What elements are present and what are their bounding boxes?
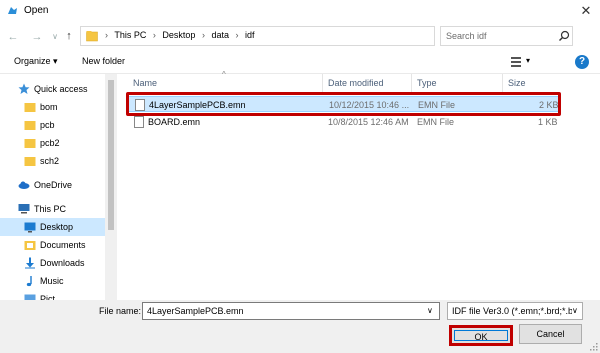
- breadcrumb-data[interactable]: data: [211, 30, 229, 40]
- breadcrumb-separator: ›: [201, 30, 205, 40]
- sidebar-item-music[interactable]: Music: [0, 272, 117, 290]
- file-type: EMN File: [417, 117, 455, 127]
- search-box[interactable]: Search idf: [440, 26, 573, 46]
- sidebar-item-onedrive[interactable]: OneDrive: [0, 176, 117, 194]
- sidebar-item-desktop[interactable]: Desktop: [0, 218, 117, 236]
- sidebar-item-quick-access[interactable]: Quick access: [0, 80, 117, 98]
- sidebar-item-pictures[interactable]: Pict: [0, 290, 117, 300]
- sidebar-item-sch2[interactable]: sch2: [0, 152, 117, 170]
- ok-button-label: OK: [474, 332, 488, 342]
- documents-icon: [24, 241, 36, 250]
- view-options-icon[interactable]: [510, 56, 522, 68]
- column-header-date[interactable]: Date modified: [328, 78, 384, 92]
- breadcrumb-separator: ›: [235, 30, 239, 40]
- breadcrumb-separator: ›: [152, 30, 156, 40]
- breadcrumb-desktop[interactable]: Desktop: [162, 30, 195, 40]
- sidebar-item-downloads[interactable]: Downloads: [0, 254, 117, 272]
- column-header-type[interactable]: Type: [417, 78, 437, 92]
- sidebar-item-pcb[interactable]: pcb: [0, 116, 117, 134]
- back-arrow-icon[interactable]: ←: [6, 30, 20, 44]
- title-bar: Open ✕: [0, 0, 600, 22]
- computer-icon: [18, 204, 30, 214]
- file-type-value: IDF file Ver3.0 (*.emn;*.brd;*.bdf): [452, 306, 572, 316]
- ok-button[interactable]: OK: [449, 325, 513, 346]
- window-title: Open: [24, 5, 49, 16]
- sidebar-item-label: bom: [40, 102, 58, 112]
- folder-icon: [24, 103, 36, 112]
- file-row[interactable]: BOARD.emn 10/8/2015 12:46 AM EMN File 1 …: [128, 114, 560, 130]
- resize-grip-icon[interactable]: [589, 342, 598, 351]
- organize-button[interactable]: Organize ▾: [14, 56, 58, 67]
- new-folder-button[interactable]: New folder: [82, 56, 125, 66]
- sidebar-item-label: Downloads: [40, 258, 85, 268]
- music-icon: [26, 276, 32, 287]
- sidebar-item-bom[interactable]: bom: [0, 98, 117, 116]
- folder-icon: [86, 31, 98, 42]
- sidebar-item-label: OneDrive: [34, 180, 73, 190]
- breadcrumb: › This PC › Desktop › data › idf: [105, 30, 259, 40]
- view-dropdown-icon[interactable]: ▾: [526, 56, 530, 65]
- sidebar-item-label: Pict: [40, 294, 56, 300]
- sidebar-item-label: Quick access: [34, 84, 88, 94]
- up-arrow-icon[interactable]: ↑: [62, 29, 76, 43]
- column-divider[interactable]: [502, 74, 503, 92]
- file-name-input[interactable]: 4LayerSamplePCB.emn ∨: [142, 302, 440, 320]
- cloud-icon: [18, 181, 30, 189]
- breadcrumb-idf[interactable]: idf: [245, 30, 255, 40]
- open-app-icon: [8, 7, 17, 14]
- sidebar-item-label: pcb2: [40, 138, 60, 148]
- selected-file-highlight: [126, 92, 561, 116]
- sidebar-item-label: sch2: [40, 156, 60, 166]
- sidebar-item-pcb2[interactable]: pcb2: [0, 134, 117, 152]
- sidebar-item-label: pcb: [40, 120, 55, 130]
- file-name-label: File name:: [99, 306, 142, 316]
- sidebar-item-label: Desktop: [40, 222, 74, 232]
- desktop-icon: [24, 222, 36, 233]
- sidebar-item-label: Music: [40, 276, 64, 286]
- folder-icon: [24, 139, 36, 148]
- breadcrumb-this-pc[interactable]: This PC: [114, 30, 146, 40]
- column-header-size[interactable]: Size: [508, 78, 526, 92]
- sidebar-item-label: Documents: [40, 240, 86, 250]
- column-header-name[interactable]: Name: [133, 78, 157, 92]
- search-icon[interactable]: [558, 30, 570, 42]
- file-name-value: 4LayerSamplePCB.emn: [147, 306, 244, 316]
- sidebar-item-documents[interactable]: Documents: [0, 236, 117, 254]
- star-icon: [18, 83, 30, 94]
- chevron-down-icon[interactable]: ∨: [572, 306, 578, 315]
- recent-locations-icon[interactable]: ∨: [48, 30, 62, 44]
- forward-arrow-icon[interactable]: →: [30, 30, 44, 44]
- search-placeholder: Search idf: [446, 31, 487, 41]
- help-icon[interactable]: ?: [575, 55, 589, 69]
- folder-icon: [24, 157, 36, 166]
- cancel-button-label: Cancel: [536, 329, 565, 339]
- column-divider[interactable]: [411, 74, 412, 92]
- download-icon: [25, 257, 35, 269]
- cancel-button[interactable]: Cancel: [519, 324, 582, 344]
- file-icon: [134, 116, 144, 128]
- breadcrumb-separator: ›: [105, 30, 108, 40]
- file-type-select[interactable]: IDF file Ver3.0 (*.emn;*.brd;*.bdf) ∨: [447, 302, 583, 320]
- close-icon[interactable]: ✕: [578, 3, 594, 19]
- pictures-icon: [24, 294, 36, 300]
- sidebar-item-this-pc[interactable]: This PC: [0, 200, 117, 218]
- navigation-scrollbar-thumb[interactable]: [108, 80, 114, 230]
- file-name: BOARD.emn: [148, 117, 201, 127]
- sort-indicator-icon: ^: [222, 70, 226, 79]
- address-bar[interactable]: › This PC › Desktop › data › idf ∨ ↻: [80, 26, 508, 46]
- chevron-down-icon[interactable]: ∨: [427, 306, 433, 315]
- sidebar-item-label: This PC: [34, 204, 67, 214]
- navigation-pane: Quick access bom pcb pcb2 sch2 OneDrive …: [0, 74, 117, 300]
- column-divider[interactable]: [322, 74, 323, 92]
- file-size: 1 KB: [538, 117, 558, 127]
- file-date: 10/8/2015 12:46 AM: [328, 117, 409, 127]
- folder-icon: [24, 121, 36, 130]
